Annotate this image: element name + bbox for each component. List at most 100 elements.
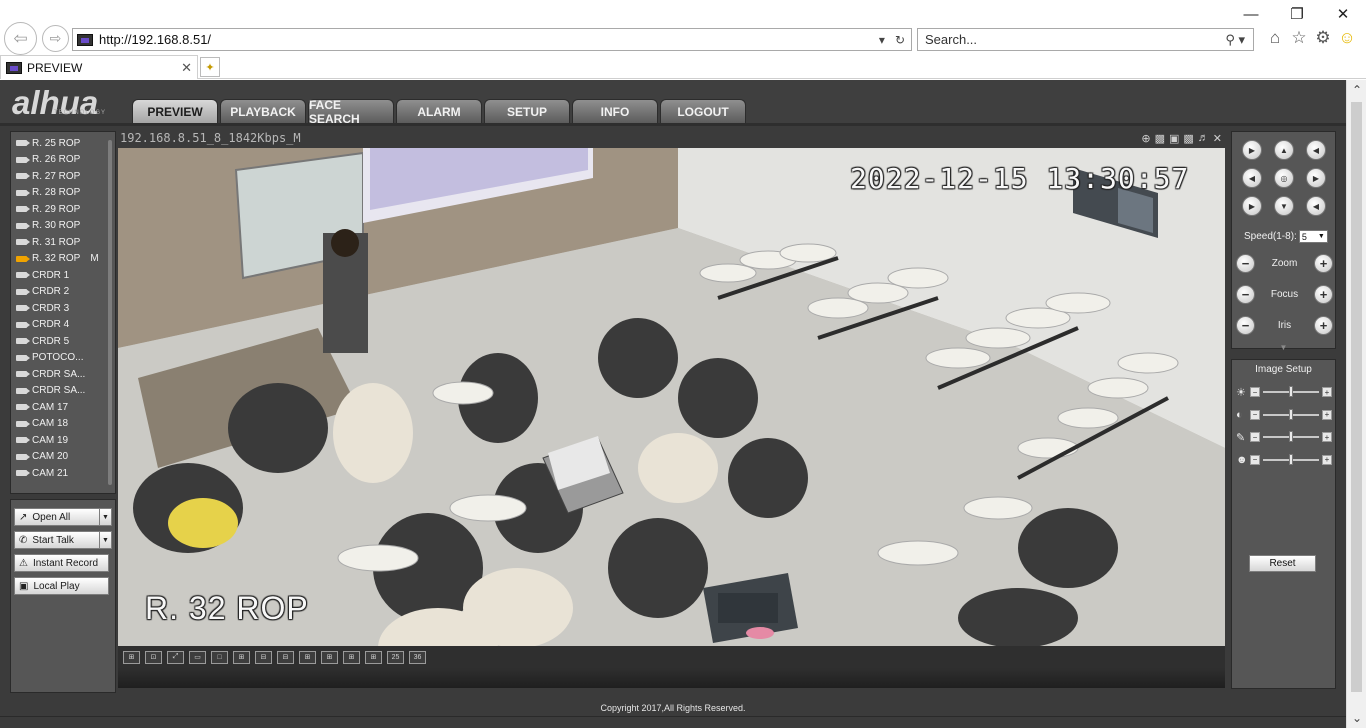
decrease-button[interactable]: − [1250, 432, 1260, 442]
smiley-icon[interactable]: ☺ [1338, 28, 1356, 48]
increase-button[interactable]: + [1322, 409, 1332, 420]
focus-far-button[interactable]: + [1313, 284, 1333, 304]
snapshot-icon[interactable]: ▣ [1169, 132, 1179, 145]
layout-button[interactable]: 36 [409, 650, 426, 664]
camera-item[interactable]: CAM 20 [11, 449, 115, 466]
camera-item[interactable]: R. 30 ROP [11, 218, 115, 235]
camera-item[interactable]: CRDR 5 [11, 333, 115, 350]
decrease-button[interactable]: − [1250, 454, 1260, 465]
camera-item[interactable]: R. 28 ROP [11, 185, 115, 202]
back-button[interactable]: ⇦ [4, 22, 37, 55]
slider-track[interactable] [1263, 386, 1319, 397]
menu-face-search[interactable]: FACE SEARCH [308, 98, 394, 126]
slider-track[interactable] [1263, 453, 1319, 465]
camera-item[interactable]: CRDR 1 [11, 267, 115, 284]
layout-button[interactable]: ⊡ [145, 650, 162, 664]
ptz-left-button[interactable]: ◀ [1242, 168, 1262, 188]
close-icon[interactable]: ✕ [1320, 0, 1366, 28]
menu-playback[interactable]: PLAYBACK [220, 99, 306, 123]
ptz-center-button[interactable]: ◎ [1274, 168, 1294, 188]
slider-track[interactable] [1263, 408, 1319, 420]
scroll-down-icon[interactable]: ⌄ [1347, 708, 1366, 728]
open-all-button[interactable]: ↗ Open All ▼ [14, 508, 112, 526]
camera-item[interactable]: R. 26 ROP [11, 152, 115, 169]
camera-item[interactable]: CRDR 2 [11, 284, 115, 301]
layout-button[interactable]: ▭ [189, 650, 206, 664]
ptz-down-right-button[interactable]: ◀ [1306, 196, 1326, 216]
address-bar[interactable]: http://192.168.8.51/ ▾ ↻ [72, 28, 912, 51]
camera-item[interactable]: R. 31 ROP [11, 234, 115, 251]
local-play-button[interactable]: ▣ Local Play [14, 577, 109, 595]
star-icon[interactable]: ☆ [1290, 28, 1308, 48]
camera-item[interactable]: R. 32 ROP M [11, 251, 115, 268]
layout-button[interactable]: ⊞ [321, 650, 338, 664]
instant-record-button[interactable]: ⚠ Instant Record [14, 554, 109, 572]
layout-button[interactable]: ⊞ [299, 650, 316, 664]
menu-setup[interactable]: SETUP [484, 99, 570, 123]
ptz-up-left-button[interactable]: ▶ [1242, 140, 1262, 160]
menu-alarm[interactable]: ALARM [396, 99, 482, 123]
close-video-icon[interactable]: ✕ [1213, 132, 1222, 145]
audio-icon[interactable]: ♬ [1198, 132, 1209, 145]
scroll-up-icon[interactable]: ⌃ [1347, 80, 1366, 100]
layout-button[interactable]: ⊞ [343, 650, 360, 664]
camera-icon[interactable]: ▩ [1183, 132, 1193, 145]
camera-item[interactable]: CRDR 4 [11, 317, 115, 334]
search-icon[interactable]: ⚲ ▾ [1225, 32, 1253, 48]
tab-preview[interactable]: PREVIEW ✕ [0, 55, 198, 79]
start-talk-dropdown[interactable]: ▼ [100, 531, 112, 549]
camera-item[interactable]: CRDR 3 [11, 300, 115, 317]
layout-button[interactable]: ⊞ [123, 650, 140, 664]
restore-icon[interactable]: ❐ [1274, 0, 1320, 28]
decrease-button[interactable]: − [1250, 409, 1260, 420]
camera-list-scrollbar[interactable] [108, 140, 112, 485]
zoom-icon[interactable]: ⊕ [1141, 132, 1150, 145]
page-scrollbar[interactable]: ⌃ ⌄ [1346, 80, 1366, 728]
dropdown-icon[interactable]: ▾ [879, 33, 885, 47]
layout-button[interactable]: □ [211, 650, 228, 664]
ptz-up-right-button[interactable]: ◀ [1306, 140, 1326, 160]
iris-close-button[interactable]: − [1236, 315, 1255, 335]
layout-button[interactable]: ⊞ [365, 650, 382, 664]
start-talk-button[interactable]: ✆ Start Talk ▼ [14, 531, 112, 549]
camera-item[interactable]: CRDR SA... [11, 383, 115, 400]
ptz-collapse-icon[interactable]: ▼ [1231, 343, 1336, 353]
ptz-down-button[interactable]: ▼ [1274, 196, 1294, 216]
camera-item[interactable]: CAM 19 [11, 432, 115, 449]
refresh-icon[interactable]: ↻ [895, 33, 905, 47]
menu-info[interactable]: INFO [572, 99, 658, 123]
camera-item[interactable]: R. 29 ROP [11, 201, 115, 218]
home-icon[interactable]: ⌂ [1266, 28, 1284, 48]
forward-button[interactable]: ⇨ [42, 25, 69, 52]
layout-button[interactable]: ⊟ [277, 650, 294, 664]
focus-near-button[interactable]: − [1236, 284, 1255, 304]
layout-button[interactable]: ⊞ [233, 650, 250, 664]
reset-button[interactable]: Reset [1249, 555, 1316, 572]
slider-knob[interactable] [1289, 453, 1293, 465]
layout-button[interactable]: 25 [387, 650, 404, 664]
gear-icon[interactable]: ⚙ [1314, 28, 1332, 48]
zoom-out-button[interactable]: − [1236, 253, 1255, 273]
iris-open-button[interactable]: + [1314, 315, 1333, 335]
ptz-right-button[interactable]: ▶ [1306, 168, 1326, 188]
layout-button[interactable]: ⊟ [255, 650, 272, 664]
increase-button[interactable]: + [1322, 387, 1332, 397]
ptz-up-button[interactable]: ▲ [1274, 140, 1294, 160]
speed-select[interactable]: 5 ▼ [1298, 230, 1328, 243]
url-text[interactable]: http://192.168.8.51/ [99, 32, 211, 47]
slider-knob[interactable] [1289, 408, 1293, 420]
camera-item[interactable]: CAM 17 [11, 399, 115, 416]
search-input[interactable]: Search... ⚲ ▾ [917, 28, 1254, 51]
camera-item[interactable]: CAM 21 [11, 465, 115, 482]
video-feed[interactable]: 2022-12-15 13:30:57 R. 32 ROP [118, 148, 1225, 646]
camera-item[interactable]: R. 25 ROP [11, 135, 115, 152]
increase-button[interactable]: + [1322, 432, 1332, 442]
slider-knob[interactable] [1289, 431, 1293, 442]
minimize-icon[interactable]: — [1228, 0, 1274, 28]
new-tab-button[interactable]: ✦ [200, 57, 220, 77]
menu-logout[interactable]: LOGOUT [660, 99, 746, 123]
record-icon[interactable]: ▩ [1155, 132, 1165, 145]
slider-knob[interactable] [1289, 386, 1293, 397]
slider-track[interactable] [1263, 431, 1319, 442]
scroll-thumb[interactable] [1351, 102, 1362, 692]
